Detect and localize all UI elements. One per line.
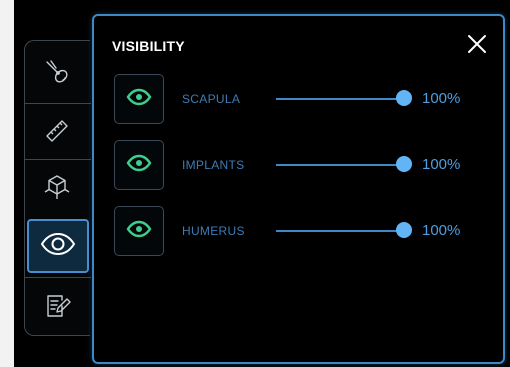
ruler-icon [42,116,72,151]
humerus-visibility-toggle[interactable] [114,206,164,256]
eye-icon [126,154,152,177]
slider-fill [276,98,404,100]
pliers-tool-button[interactable] [25,45,89,103]
panel-title: VISIBILITY [112,38,185,54]
implants-opacity-slider[interactable] [276,155,416,175]
layer-row-scapula: SCAPULA 100% [114,74,494,126]
opacity-value: 100% [422,90,461,107]
layer-label: IMPLANTS [182,158,245,172]
eye-icon [126,220,152,243]
humerus-opacity-slider[interactable] [276,221,416,241]
slider-thumb[interactable] [396,222,412,238]
model-tool-button[interactable] [25,160,89,218]
implants-visibility-toggle[interactable] [114,140,164,190]
model-axes-icon [42,172,72,207]
eye-icon [126,88,152,111]
slider-thumb[interactable] [396,90,412,106]
layer-row-humerus: HUMERUS 100% [114,206,494,258]
visibility-panel: VISIBILITY SCAPULA 100% IMPLANTS 100% HU… [92,14,505,364]
close-icon [465,35,489,60]
pliers-icon [42,57,72,92]
visibility-tool-button[interactable] [27,219,89,273]
scapula-visibility-toggle[interactable] [114,74,164,124]
tool-sidebar [24,40,91,337]
notes-tool-button[interactable] [25,279,89,337]
eye-icon [39,232,77,261]
slider-fill [276,164,404,166]
layer-label: HUMERUS [182,224,245,238]
opacity-value: 100% [422,156,461,173]
close-button[interactable] [465,32,489,56]
opacity-value: 100% [422,222,461,239]
ruler-tool-button[interactable] [25,104,89,162]
notes-icon [42,291,72,326]
slider-thumb[interactable] [396,156,412,172]
layer-row-implants: IMPLANTS 100% [114,140,494,192]
scapula-opacity-slider[interactable] [276,89,416,109]
layer-label: SCAPULA [182,92,241,106]
slider-fill [276,230,404,232]
